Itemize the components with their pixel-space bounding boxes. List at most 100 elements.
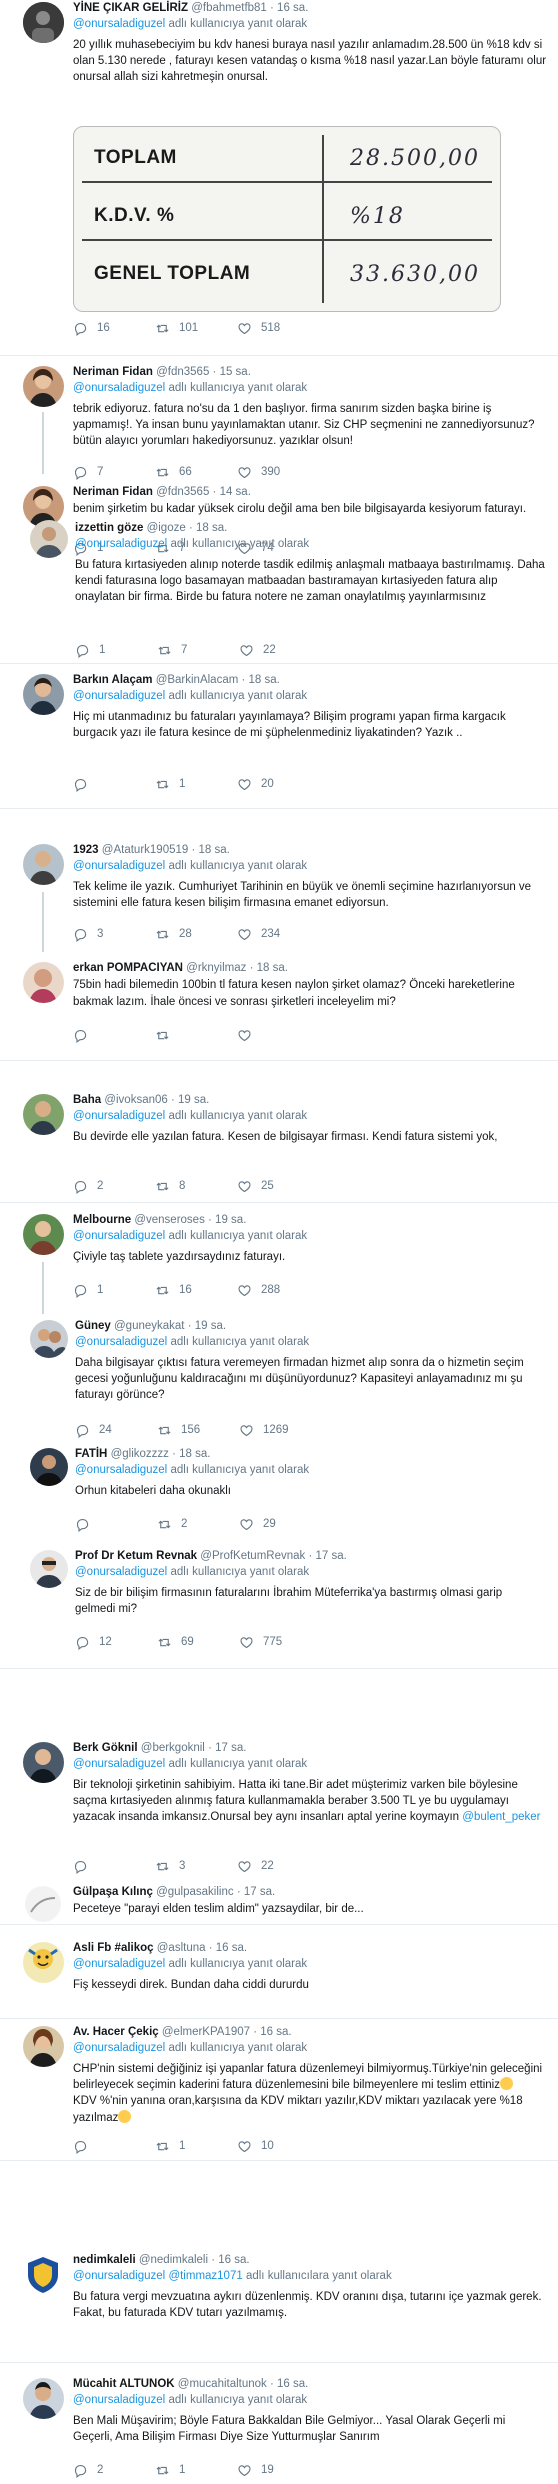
- like-button[interactable]: 234: [237, 926, 319, 942]
- retweet-button[interactable]: [155, 1028, 237, 1043]
- mention-link[interactable]: @timmaz1071: [168, 2270, 242, 2282]
- author-name[interactable]: Mücahit ALTUNOK: [73, 2378, 175, 2390]
- timestamp[interactable]: · 16 sa.: [211, 2254, 249, 2266]
- author-handle[interactable]: @fdn3565: [156, 486, 209, 498]
- like-button[interactable]: 19: [237, 2462, 319, 2478]
- author-name[interactable]: FATİH: [75, 1448, 107, 1460]
- reply-button[interactable]: 2: [73, 2462, 155, 2478]
- timestamp[interactable]: · 19 sa.: [188, 1320, 226, 1332]
- like-button[interactable]: 29: [239, 1516, 321, 1532]
- author-name[interactable]: izzettin göze: [75, 522, 143, 534]
- avatar[interactable]: [23, 962, 64, 1003]
- mention-link[interactable]: @onursaladiguzel: [73, 690, 165, 702]
- author-name[interactable]: Neriman Fidan: [73, 486, 153, 498]
- retweet-button[interactable]: 156: [157, 1422, 239, 1438]
- author-name[interactable]: Barkın Alaçam: [73, 674, 152, 686]
- author-name[interactable]: nedimkaleli: [73, 2254, 136, 2266]
- reply-button[interactable]: 12: [75, 1634, 157, 1650]
- name-hashtag[interactable]: #alikoç: [115, 1942, 154, 1954]
- timestamp[interactable]: · 17 sa.: [208, 1742, 246, 1754]
- timestamp[interactable]: · 19 sa.: [171, 1094, 209, 1106]
- author-name[interactable]: Güney: [75, 1320, 111, 1332]
- retweet-button[interactable]: 28: [155, 926, 237, 942]
- avatar[interactable]: [30, 1320, 68, 1358]
- mention-link[interactable]: @onursaladiguzel: [73, 1230, 165, 1242]
- retweet-button[interactable]: 69: [157, 1634, 239, 1650]
- attached-invoice-image[interactable]: TOPLAM 28.500,00 K.D.V. % %18 GENEL TOPLAM…: [73, 126, 501, 312]
- like-button[interactable]: 518: [237, 320, 319, 336]
- avatar[interactable]: [30, 1448, 68, 1486]
- retweet-button[interactable]: 16: [155, 1282, 237, 1298]
- timestamp[interactable]: · 16 sa.: [253, 2026, 291, 2038]
- author-name[interactable]: Gülpaşa Kılınç: [73, 1886, 153, 1898]
- mention-link[interactable]: @onursaladiguzel: [73, 1110, 165, 1122]
- author-handle[interactable]: @mucahitaltunok: [178, 2378, 267, 2390]
- retweet-button[interactable]: 1: [155, 2462, 237, 2478]
- mention-link[interactable]: @onursaladiguzel: [73, 2042, 165, 2054]
- avatar[interactable]: [23, 844, 64, 885]
- avatar[interactable]: [23, 674, 64, 715]
- avatar[interactable]: [25, 1886, 61, 1922]
- retweet-button[interactable]: 8: [155, 1178, 237, 1194]
- author-handle[interactable]: @berkgoknil: [141, 1742, 205, 1754]
- like-button[interactable]: 1269: [239, 1422, 321, 1438]
- avatar[interactable]: [23, 1214, 64, 1255]
- avatar[interactable]: [23, 2026, 64, 2067]
- author-name[interactable]: Berk Göknil: [73, 1742, 138, 1754]
- author-handle[interactable]: @elmerKPA1907: [162, 2026, 250, 2038]
- reply-button[interactable]: 16: [73, 320, 155, 336]
- author-name[interactable]: Neriman Fidan: [73, 366, 153, 378]
- mention-link[interactable]: @onursaladiguzel: [73, 18, 165, 30]
- avatar[interactable]: [30, 1550, 68, 1588]
- like-button[interactable]: 22: [239, 642, 321, 658]
- avatar[interactable]: [30, 520, 68, 558]
- author-name[interactable]: Asli Fb: [73, 1942, 111, 1954]
- reply-button[interactable]: 3: [73, 926, 155, 942]
- timestamp[interactable]: · 16 sa.: [270, 2, 308, 14]
- author-name[interactable]: Baha: [73, 1094, 101, 1106]
- author-handle[interactable]: @igoze: [147, 522, 186, 534]
- mention-link[interactable]: @bulent_peker: [462, 1811, 540, 1823]
- timestamp[interactable]: · 17 sa.: [308, 1550, 346, 1562]
- author-name[interactable]: Prof Dr Ketum Revnak: [75, 1550, 197, 1562]
- mention-link[interactable]: @onursaladiguzel: [73, 382, 165, 394]
- author-name[interactable]: Av. Hacer Çekiç: [73, 2026, 159, 2038]
- author-handle[interactable]: @fdn3565: [156, 366, 209, 378]
- author-name[interactable]: YİNE ÇIKAR GELİRİZ: [73, 2, 188, 14]
- like-button[interactable]: 288: [237, 1282, 319, 1298]
- reply-button[interactable]: 1: [75, 642, 157, 658]
- timestamp[interactable]: · 15 sa.: [213, 366, 251, 378]
- author-handle[interactable]: @fbahmetfb81: [191, 2, 267, 14]
- retweet-button[interactable]: 1: [155, 2138, 237, 2154]
- like-button[interactable]: 390: [237, 464, 319, 480]
- avatar[interactable]: [23, 2254, 64, 2295]
- mention-link[interactable]: @onursaladiguzel: [73, 2270, 165, 2282]
- timestamp[interactable]: · 17 sa.: [237, 1886, 275, 1898]
- reply-button[interactable]: 24: [75, 1422, 157, 1438]
- timestamp[interactable]: · 16 sa.: [209, 1942, 247, 1954]
- author-handle[interactable]: @gulpasakilinc: [156, 1886, 234, 1898]
- retweet-button[interactable]: 3: [155, 1858, 237, 1874]
- reply-button[interactable]: [73, 1028, 155, 1043]
- timestamp[interactable]: · 19 sa.: [208, 1214, 246, 1226]
- author-handle[interactable]: @Ataturk190519: [102, 844, 188, 856]
- avatar[interactable]: [23, 1742, 64, 1783]
- author-handle[interactable]: @guneykakat: [114, 1320, 185, 1332]
- author-handle[interactable]: @asltuna: [157, 1942, 206, 1954]
- timestamp[interactable]: · 14 sa.: [213, 486, 251, 498]
- author-handle[interactable]: @BarkinAlacam: [156, 674, 239, 686]
- timestamp[interactable]: · 18 sa.: [191, 844, 229, 856]
- retweet-button[interactable]: 101: [155, 320, 237, 336]
- like-button[interactable]: 20: [237, 776, 319, 792]
- mention-link[interactable]: @onursaladiguzel: [75, 538, 167, 550]
- reply-button[interactable]: [73, 1858, 155, 1874]
- mention-link[interactable]: @onursaladiguzel: [73, 1758, 165, 1770]
- reply-button[interactable]: [73, 776, 155, 792]
- retweet-button[interactable]: 7: [157, 642, 239, 658]
- author-handle[interactable]: @venseroses: [134, 1214, 204, 1226]
- mention-link[interactable]: @onursaladiguzel: [73, 860, 165, 872]
- avatar[interactable]: [23, 2378, 64, 2419]
- like-button[interactable]: 10: [237, 2138, 319, 2154]
- retweet-button[interactable]: 66: [155, 464, 237, 480]
- timestamp[interactable]: · 18 sa.: [189, 522, 227, 534]
